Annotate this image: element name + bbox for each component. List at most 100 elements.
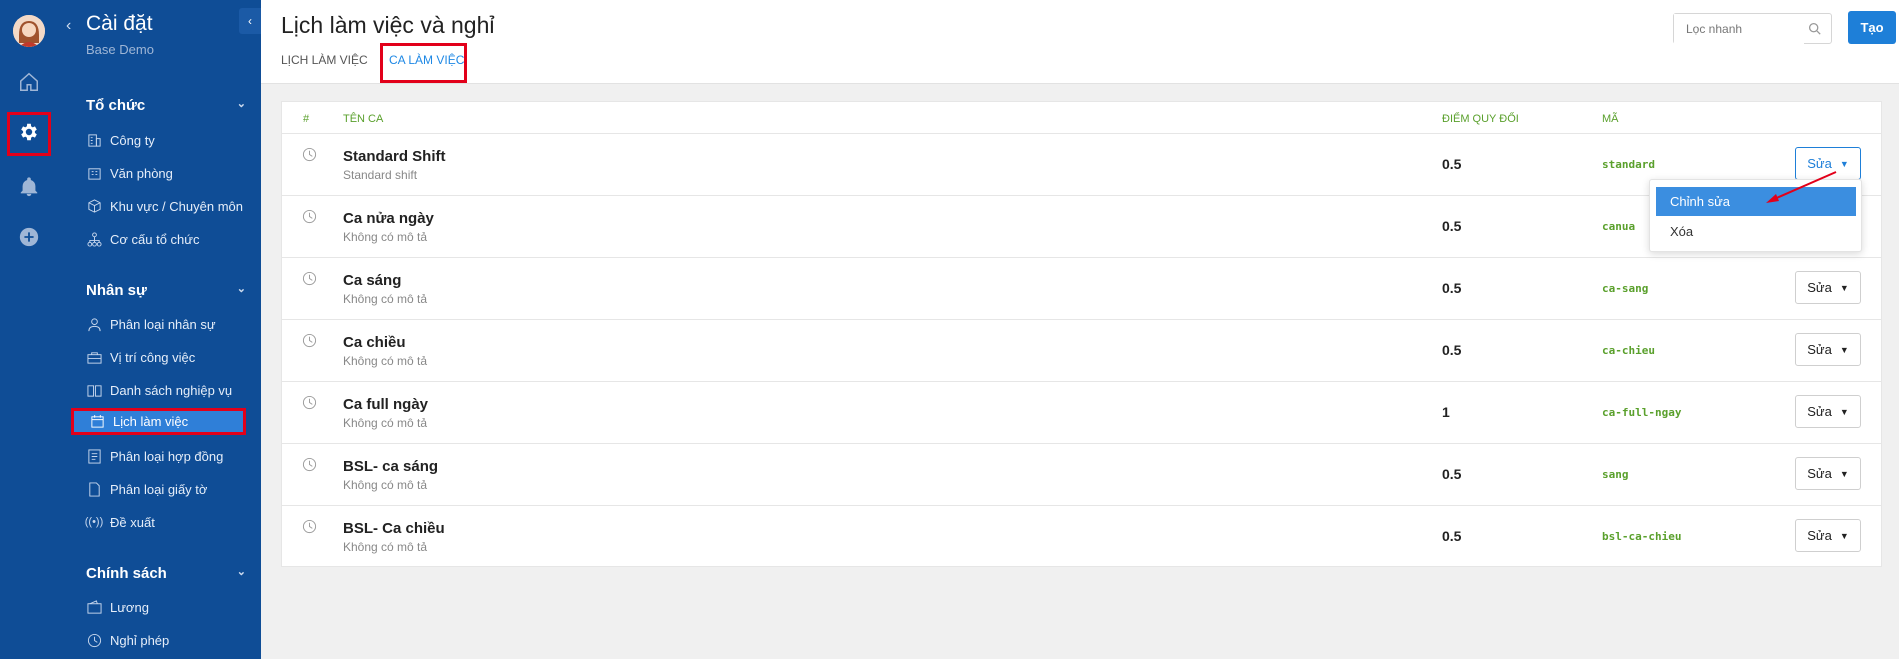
edit-label: Sửa — [1807, 280, 1832, 295]
table-row[interactable]: Ca nửa ngày Không có mô tả 0.5 canua — [282, 196, 1881, 258]
sidebar-section-policy[interactable]: Chính sách ⌄ — [86, 565, 246, 582]
clock-icon — [302, 271, 317, 291]
edit-dropdown-button[interactable]: Sửa ▼ — [1795, 333, 1861, 366]
sidebar-item-label: Vị trí công việc — [110, 349, 196, 365]
user-icon — [86, 316, 102, 332]
sidebar-item-label: Lương — [110, 599, 149, 615]
add-circle-icon[interactable] — [17, 225, 41, 249]
caret-down-icon: ▼ — [1839, 158, 1849, 169]
sidebar-item-label: Khu vực / Chuyên môn — [110, 198, 243, 214]
calendar-icon — [89, 414, 105, 430]
shift-name: Ca chiều — [343, 334, 406, 351]
sidebar-item-document-type[interactable]: Phân loại giấy tờ — [86, 477, 256, 501]
sidebar-section-hr[interactable]: Nhân sự ⌄ — [86, 282, 246, 299]
document-icon — [86, 481, 102, 497]
caret-down-icon: ▼ — [1839, 344, 1849, 355]
chevron-down-icon: ⌄ — [236, 566, 246, 578]
clock-icon — [302, 147, 317, 167]
sidebar-item-business-list[interactable]: Danh sách nghiệp vụ — [86, 378, 256, 402]
column-header-index: # — [303, 113, 310, 125]
sidebar-item-area[interactable]: Khu vực / Chuyên môn — [86, 194, 256, 218]
shift-name: BSL- Ca chiều — [343, 520, 445, 537]
sidebar-item-salary[interactable]: Lương — [86, 595, 256, 619]
sidebar-item-label: Đề xuất — [110, 514, 155, 530]
table-row[interactable]: Ca full ngày Không có mô tả 1 ca-full-ng… — [282, 382, 1881, 444]
sidebar-item-label: Nghỉ phép — [110, 632, 170, 648]
table-row[interactable]: BSL- Ca chiều Không có mô tả 0.5 bsl-ca-… — [282, 506, 1881, 568]
tab-work-schedule[interactable]: LỊCH LÀM VIỆC — [281, 53, 368, 67]
building-icon — [86, 132, 102, 148]
collapse-sidebar-button[interactable]: ‹ — [239, 8, 261, 34]
shift-points: 0.5 — [1442, 528, 1462, 544]
bell-icon[interactable] — [17, 175, 41, 199]
table-row[interactable]: Ca chiều Không có mô tả 0.5 ca-chieu Sửa… — [282, 320, 1881, 382]
shift-code: bsl-ca-chieu — [1602, 530, 1682, 543]
sidebar-item-company[interactable]: Công ty — [86, 128, 256, 152]
clock-icon — [302, 457, 317, 477]
column-header-code: MÃ — [1602, 113, 1619, 125]
shift-description: Standard shift — [343, 168, 418, 182]
page-header: Lịch làm việc và nghỉ LỊCH LÀM VIỆC CA L… — [261, 0, 1899, 84]
broadcast-icon: ((•)) — [84, 516, 104, 528]
edit-dropdown-button[interactable]: Sửa ▼ — [1795, 271, 1861, 304]
sidebar-item-work-schedule[interactable]: Lịch làm việc — [71, 408, 246, 435]
caret-down-icon: ▼ — [1839, 468, 1849, 479]
sidebar-item-proposal[interactable]: ((•)) Đề xuất — [84, 510, 256, 534]
sidebar-item-contract-type[interactable]: Phân loại hợp đồng — [86, 444, 256, 468]
clock-icon — [302, 333, 317, 353]
sidebar-item-position[interactable]: Vị trí công việc — [86, 345, 256, 369]
shift-description: Không có mô tả — [343, 354, 428, 368]
edit-label: Sửa — [1807, 528, 1832, 543]
sidebar-item-label: Danh sách nghiệp vụ — [110, 382, 233, 398]
shift-points: 0.5 — [1442, 280, 1462, 296]
sidebar-item-leave[interactable]: Nghỉ phép — [86, 628, 256, 652]
gear-icon — [18, 121, 40, 148]
shift-description: Không có mô tả — [343, 540, 428, 554]
menu-item-delete[interactable]: Xóa — [1656, 217, 1856, 246]
clock-icon — [302, 209, 317, 229]
sidebar-item-org-structure[interactable]: Cơ cấu tổ chức — [86, 227, 256, 251]
create-button[interactable]: Tạo — [1848, 11, 1896, 44]
contract-icon — [86, 448, 102, 464]
back-chevron-icon[interactable]: ‹ — [66, 17, 71, 35]
edit-label: Sửa — [1807, 342, 1832, 357]
settings-nav-button[interactable] — [7, 112, 51, 156]
home-icon[interactable] — [17, 70, 41, 94]
edit-label: Sửa — [1807, 404, 1832, 419]
book-icon — [86, 382, 102, 398]
edit-dropdown-button[interactable]: Sửa ▼ — [1795, 457, 1861, 490]
shift-points: 0.5 — [1442, 342, 1462, 358]
shift-description: Không có mô tả — [343, 416, 428, 430]
office-icon — [86, 165, 102, 181]
shift-code: standard — [1602, 158, 1655, 171]
quick-filter[interactable] — [1673, 13, 1832, 44]
clock-icon — [302, 395, 317, 415]
sidebar-section-organization[interactable]: Tổ chức ⌄ — [86, 97, 246, 114]
sidebar-subtitle: Base Demo — [86, 42, 154, 57]
edit-dropdown-button[interactable]: Sửa ▼ — [1795, 395, 1861, 428]
table-row[interactable]: Ca sáng Không có mô tả 0.5 ca-sang Sửa ▼ — [282, 258, 1881, 320]
sidebar-item-label: Công ty — [110, 132, 155, 148]
sidebar-item-office[interactable]: Văn phòng — [86, 161, 256, 185]
caret-down-icon: ▼ — [1839, 530, 1849, 541]
highlight-box — [380, 43, 467, 83]
shift-code: canua — [1602, 220, 1636, 233]
section-label: Chính sách — [86, 565, 167, 582]
shift-points: 0.5 — [1442, 218, 1462, 234]
shift-description: Không có mô tả — [343, 292, 428, 306]
shift-code: sang — [1602, 468, 1629, 481]
edit-dropdown-button[interactable]: Sửa ▼ — [1795, 519, 1861, 552]
edit-label: Sửa — [1807, 466, 1832, 481]
section-label: Nhân sự — [86, 282, 147, 299]
caret-down-icon: ▼ — [1839, 282, 1849, 293]
column-header-name: TÊN CA — [343, 113, 384, 125]
sidebar-item-staff-type[interactable]: Phân loại nhân sự — [86, 312, 256, 336]
table-row[interactable]: Standard Shift Standard shift 0.5 standa… — [282, 134, 1881, 196]
avatar[interactable] — [13, 15, 45, 47]
page-title: Lịch làm việc và nghỉ — [281, 12, 495, 38]
clock-icon — [302, 519, 317, 539]
table-row[interactable]: BSL- ca sáng Không có mô tả 0.5 sang Sửa… — [282, 444, 1881, 506]
settings-sidebar: ‹ Cài đặt Base Demo ‹ Tổ chức ⌄ Công ty … — [58, 0, 261, 659]
sidebar-item-label: Văn phòng — [110, 165, 173, 181]
search-input[interactable] — [1674, 14, 1804, 44]
